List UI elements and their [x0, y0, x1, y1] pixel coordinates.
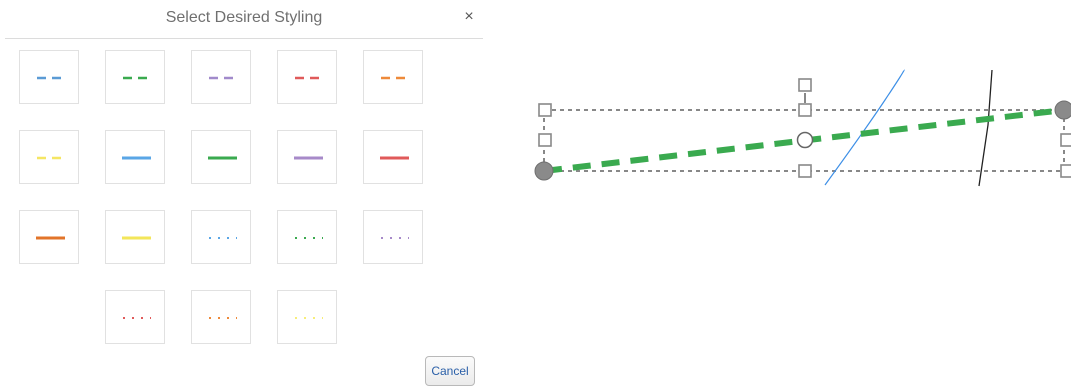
dialog-title: Select Desired Styling	[165, 9, 323, 26]
cancel-button[interactable]: Cancel	[425, 356, 475, 386]
drawing-canvas[interactable]	[520, 0, 1071, 388]
swatch-red-dotted[interactable]	[105, 290, 165, 344]
swatch-red-dashed[interactable]	[277, 50, 337, 104]
swatch-green-solid[interactable]	[191, 130, 251, 184]
resize-handle-top-center[interactable]	[798, 103, 812, 117]
resize-handle-middle-right[interactable]	[1060, 133, 1071, 147]
close-icon[interactable]: ×	[461, 8, 477, 26]
swatch-yellow-dashed[interactable]	[19, 130, 79, 184]
swatch-grid	[19, 50, 439, 350]
rotate-handle[interactable]	[798, 78, 812, 92]
line-end-endpoint[interactable]	[1054, 100, 1071, 120]
swatch-orange-solid[interactable]	[19, 210, 79, 264]
dialog-header: Select Desired Styling ×	[5, 0, 483, 39]
styling-dialog: Select Desired Styling × Cancel	[0, 0, 488, 388]
swatch-blue-dotted[interactable]	[191, 210, 251, 264]
swatch-blue-dashed[interactable]	[19, 50, 79, 104]
black-stroke[interactable]	[978, 69, 993, 187]
swatch-purple-dotted[interactable]	[363, 210, 423, 264]
swatch-red-solid[interactable]	[363, 130, 423, 184]
swatch-yellow-dotted[interactable]	[277, 290, 337, 344]
resize-handle-bottom-right[interactable]	[1060, 164, 1071, 178]
swatch-blue-solid[interactable]	[105, 130, 165, 184]
line-start-endpoint[interactable]	[534, 161, 554, 181]
swatch-green-dashed[interactable]	[105, 50, 165, 104]
swatch-orange-dashed[interactable]	[363, 50, 423, 104]
swatch-yellow-solid[interactable]	[105, 210, 165, 264]
canvas-svg	[534, 69, 1071, 187]
resize-handle-middle-left[interactable]	[538, 133, 552, 147]
swatch-orange-dotted[interactable]	[191, 290, 251, 344]
line-midpoint-handle[interactable]	[796, 131, 814, 149]
resize-handle-bottom-center[interactable]	[798, 164, 812, 178]
resize-handle-top-left[interactable]	[538, 103, 552, 117]
swatch-green-dotted[interactable]	[277, 210, 337, 264]
swatch-purple-solid[interactable]	[277, 130, 337, 184]
swatch-purple-dashed[interactable]	[191, 50, 251, 104]
